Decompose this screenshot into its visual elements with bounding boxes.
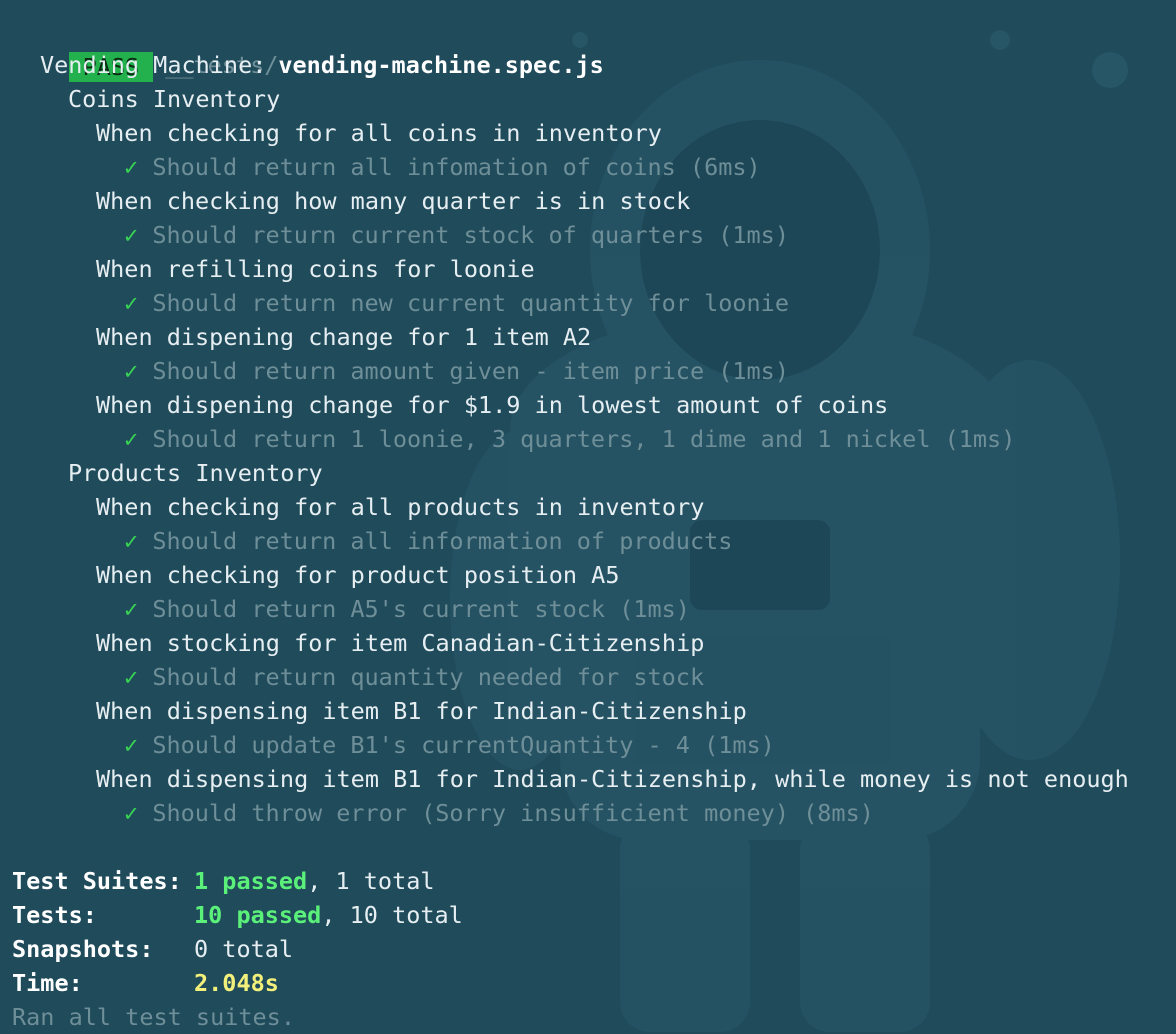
summary-time-value: 2.048s bbox=[194, 969, 279, 997]
test-case-description: When dispening change for 1 item A2 bbox=[96, 323, 592, 351]
test-case-description: When refilling coins for loonie bbox=[96, 255, 535, 283]
test-result: ✓ Should return all infomation of coins … bbox=[12, 150, 1176, 184]
test-result-text: Should return amount given - item price … bbox=[152, 357, 789, 385]
test-case-description: When checking for product position A5 bbox=[96, 561, 620, 589]
check-icon: ✓ bbox=[124, 527, 139, 555]
test-result-text: Should return A5's current stock (1ms) bbox=[152, 595, 690, 623]
summary-total: , 10 total bbox=[321, 901, 463, 929]
check-icon: ✓ bbox=[124, 663, 139, 691]
test-case-description: When checking for all products in invent… bbox=[96, 493, 705, 521]
test-case-description: When checking how many quarter is in sto… bbox=[96, 187, 691, 215]
check-icon: ✓ bbox=[124, 289, 139, 317]
check-icon: ✓ bbox=[124, 425, 139, 453]
terminal-output: PASS __tests/vending-machine.spec.js Vend… bbox=[12, 14, 1176, 1032]
test-result: ✓ Should return current stock of quarter… bbox=[12, 218, 1176, 252]
summary-label: Tests: bbox=[12, 901, 97, 929]
group-title: Products Inventory bbox=[68, 459, 323, 487]
check-icon: ✓ bbox=[124, 731, 139, 759]
test-result-text: Should return quantity needed for stock bbox=[152, 663, 705, 691]
check-icon: ✓ bbox=[124, 799, 139, 827]
check-icon: ✓ bbox=[124, 595, 139, 623]
test-result-text: Should update B1's currentQuantity - 4 (… bbox=[152, 731, 775, 759]
summary-passed: 10 passed bbox=[194, 901, 322, 929]
summary-label: Time: bbox=[12, 969, 83, 997]
group-title: Coins Inventory bbox=[68, 85, 281, 113]
test-result: ✓ Should throw error (Sorry insufficient… bbox=[12, 796, 1176, 830]
test-result: ✓ Should return all information of produ… bbox=[12, 524, 1176, 558]
summary-passed: 1 passed bbox=[194, 867, 308, 895]
test-case-description: When dispensing item B1 for Indian-Citiz… bbox=[96, 697, 747, 725]
summary-value: 0 total bbox=[194, 935, 294, 963]
check-icon: ✓ bbox=[124, 357, 139, 385]
test-file-header: PASS __tests/vending-machine.spec.js bbox=[12, 14, 1176, 82]
summary-time: Time: 2.048s bbox=[12, 966, 1176, 1000]
check-icon: ✓ bbox=[124, 153, 139, 181]
summary-test-suites: Test Suites: 1 passed, 1 total bbox=[12, 864, 1176, 898]
suite-title: Vending Machine: bbox=[40, 51, 267, 79]
test-result: ✓ Should return quantity needed for stoc… bbox=[12, 660, 1176, 694]
test-result: ✓ Should update B1's currentQuantity - 4… bbox=[12, 728, 1176, 762]
summary-footer: Ran all test suites. bbox=[12, 1003, 295, 1031]
test-result-text: Should throw error (Sorry insufficient m… bbox=[152, 799, 874, 827]
summary-label: Snapshots: bbox=[12, 935, 154, 963]
test-case-description: When stocking for item Canadian-Citizens… bbox=[96, 629, 705, 657]
check-icon: ✓ bbox=[124, 221, 139, 249]
test-result-text: Should return current stock of quarters … bbox=[152, 221, 789, 249]
test-result-text: Should return all information of product… bbox=[152, 527, 733, 555]
test-result: ✓ Should return 1 loonie, 3 quarters, 1 … bbox=[12, 422, 1176, 456]
test-result-text: Should return all infomation of coins (6… bbox=[152, 153, 761, 181]
test-case-description: When dispening change for $1.9 in lowest… bbox=[96, 391, 889, 419]
summary-label: Test Suites: bbox=[12, 867, 182, 895]
summary-snapshots: Snapshots: 0 total bbox=[12, 932, 1176, 966]
test-result-text: Should return 1 loonie, 3 quarters, 1 di… bbox=[152, 425, 1016, 453]
test-result: ✓ Should return A5's current stock (1ms) bbox=[12, 592, 1176, 626]
test-result-text: Should return new current quantity for l… bbox=[152, 289, 789, 317]
summary-total: , 1 total bbox=[307, 867, 435, 895]
test-case-description: When checking for all coins in inventory bbox=[96, 119, 662, 147]
test-case-description: When dispensing item B1 for Indian-Citiz… bbox=[96, 765, 1129, 793]
test-result: ✓ Should return new current quantity for… bbox=[12, 286, 1176, 320]
summary-tests: Tests: 10 passed, 10 total bbox=[12, 898, 1176, 932]
test-result: ✓ Should return amount given - item pric… bbox=[12, 354, 1176, 388]
